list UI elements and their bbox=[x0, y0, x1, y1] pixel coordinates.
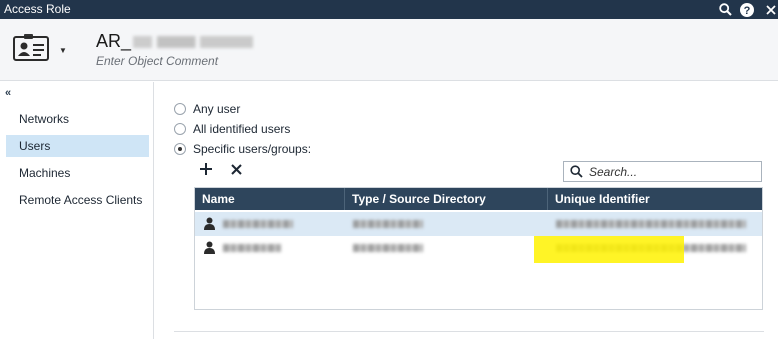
redacted-cell bbox=[223, 212, 293, 236]
search-icon bbox=[570, 165, 583, 178]
access-role-card-icon[interactable] bbox=[12, 34, 50, 62]
column-header-unique-id[interactable]: Unique Identifier bbox=[548, 188, 762, 210]
plus-icon[interactable] bbox=[200, 163, 212, 175]
search-input[interactable] bbox=[589, 164, 749, 179]
radio-all-identified-users[interactable]: All identified users bbox=[174, 121, 290, 137]
svg-text:?: ? bbox=[744, 5, 751, 17]
radio-button[interactable] bbox=[174, 143, 186, 155]
search-box[interactable] bbox=[563, 161, 762, 182]
window-title: Access Role bbox=[4, 2, 71, 16]
search-icon[interactable] bbox=[717, 0, 733, 19]
title-bar: Access Role ? bbox=[0, 0, 778, 19]
sidebar-item-users[interactable]: Users bbox=[6, 135, 149, 157]
x-icon[interactable] bbox=[231, 164, 242, 175]
object-name[interactable]: AR_ bbox=[96, 31, 254, 52]
redacted-cell bbox=[353, 212, 423, 236]
radio-label: Specific users/groups: bbox=[193, 142, 312, 156]
radio-specific-users-groups[interactable]: Specific users/groups: bbox=[174, 141, 311, 157]
radio-button[interactable] bbox=[174, 103, 186, 115]
redacted-cell bbox=[353, 236, 423, 260]
column-header-type[interactable]: Type / Source Directory bbox=[345, 188, 548, 210]
sidebar-item-networks[interactable]: Networks bbox=[6, 108, 149, 130]
collapse-sidebar-icon[interactable]: « bbox=[5, 87, 11, 99]
object-comment[interactable]: Enter Object Comment bbox=[96, 54, 218, 68]
divider bbox=[174, 331, 764, 332]
highlight-marker bbox=[534, 236, 684, 263]
redacted-cell bbox=[556, 212, 746, 236]
sidebar: « Networks Users Machines Remote Access … bbox=[0, 82, 154, 339]
object-header: ▼ AR_ Enter Object Comment bbox=[0, 19, 778, 81]
user-icon bbox=[204, 241, 215, 254]
help-icon[interactable]: ? bbox=[739, 0, 755, 19]
column-header-name[interactable]: Name bbox=[195, 188, 345, 210]
radio-label: Any user bbox=[193, 102, 241, 116]
sidebar-item-machines[interactable]: Machines bbox=[6, 162, 149, 184]
radio-label: All identified users bbox=[193, 122, 291, 136]
redacted-name bbox=[133, 36, 254, 49]
sidebar-item-remote-access-clients[interactable]: Remote Access Clients bbox=[6, 189, 149, 211]
table-header: Name Type / Source Directory Unique Iden… bbox=[195, 188, 762, 210]
table-row[interactable] bbox=[195, 212, 762, 236]
radio-any-user[interactable]: Any user bbox=[174, 101, 240, 117]
close-icon[interactable] bbox=[764, 0, 778, 19]
chevron-down-icon[interactable]: ▼ bbox=[59, 46, 67, 55]
radio-button[interactable] bbox=[174, 123, 186, 135]
user-icon bbox=[204, 217, 215, 230]
redacted-cell bbox=[223, 236, 281, 260]
